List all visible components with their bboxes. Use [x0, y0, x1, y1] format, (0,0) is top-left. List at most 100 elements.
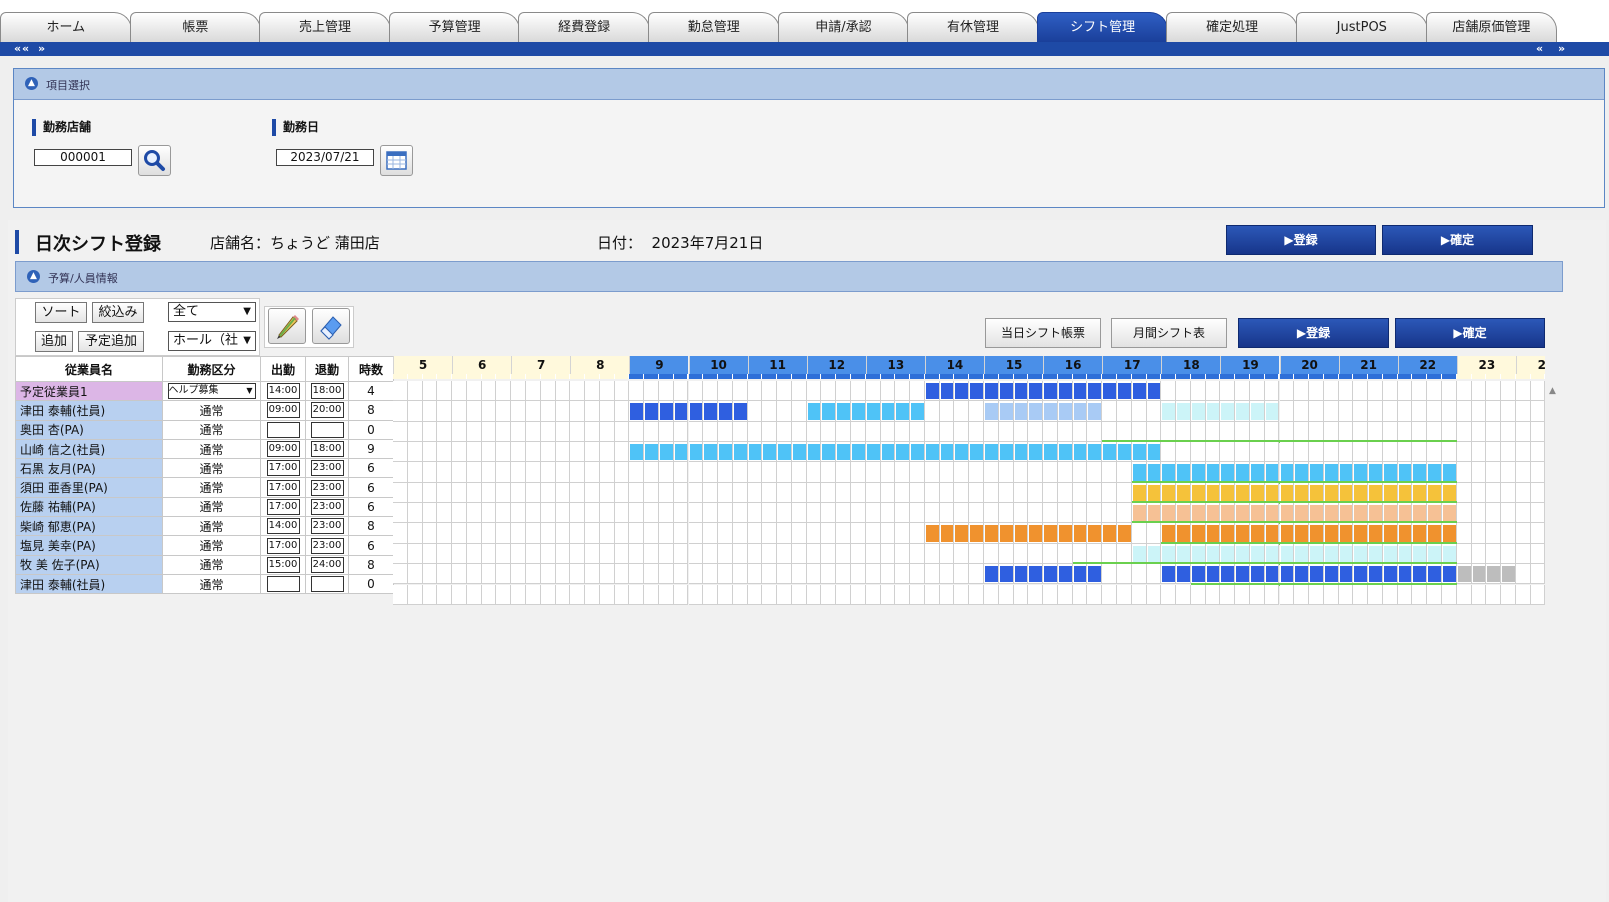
shift-bar-segment[interactable] — [1383, 484, 1397, 502]
shift-bar-segment[interactable] — [1339, 525, 1353, 542]
tab-scroll-left-button[interactable]: « — [14, 42, 21, 56]
shift-bar-segment[interactable] — [1014, 566, 1028, 583]
shift-bar-segment[interactable] — [1177, 464, 1190, 481]
time-slot-cell[interactable] — [910, 584, 925, 605]
time-slot-cell[interactable] — [1471, 503, 1487, 524]
shift-bar-segment[interactable] — [1369, 566, 1382, 583]
time-slot-cell[interactable] — [540, 503, 556, 524]
time-slot-cell[interactable] — [1515, 462, 1531, 483]
shift-bar-segment[interactable] — [1280, 505, 1294, 522]
shift-bar-segment[interactable] — [925, 383, 939, 400]
time-slot-cell[interactable] — [1190, 442, 1206, 463]
time-slot-cell[interactable] — [1220, 421, 1236, 443]
shift-bar-segment[interactable] — [1014, 403, 1028, 420]
time-slot-cell[interactable] — [777, 421, 792, 443]
time-slot-cell[interactable] — [880, 584, 896, 605]
clock-in-input[interactable]: 09:00 — [266, 402, 300, 419]
time-slot-cell[interactable] — [688, 564, 704, 585]
shift-bar-segment[interactable] — [1029, 383, 1043, 400]
shift-bar-segment[interactable] — [1443, 525, 1456, 542]
time-slot-cell[interactable] — [1235, 584, 1250, 605]
time-slot-cell[interactable] — [496, 462, 512, 483]
time-slot-cell[interactable] — [407, 381, 423, 402]
time-slot-cell[interactable] — [939, 584, 955, 605]
time-slot-cell[interactable] — [895, 503, 911, 524]
time-slot-cell[interactable] — [791, 584, 807, 605]
time-slot-cell[interactable] — [969, 503, 984, 524]
time-slot-cell[interactable] — [1412, 421, 1428, 443]
table-row[interactable]: 石黒 友月(PA) 通常 17:00 23:00 6 — [15, 458, 394, 479]
time-slot-cell[interactable] — [496, 564, 512, 585]
time-slot-cell[interactable] — [1235, 421, 1250, 443]
table-row[interactable]: 津田 泰輔(社員) 通常 09:00 20:00 8 — [15, 400, 394, 421]
time-slot-cell[interactable] — [599, 421, 615, 443]
time-slot-cell[interactable] — [910, 482, 925, 504]
time-slot-cell[interactable] — [762, 523, 778, 544]
time-slot-cell[interactable] — [1131, 523, 1147, 544]
time-slot-cell[interactable] — [954, 503, 970, 524]
shift-bar-segment[interactable] — [852, 403, 865, 420]
time-slot-cell[interactable] — [1501, 543, 1516, 565]
time-slot-cell[interactable] — [1501, 442, 1516, 463]
time-slot-cell[interactable] — [806, 523, 822, 544]
tab-6[interactable]: 勤怠管理 — [648, 12, 780, 42]
time-slot-cell[interactable] — [658, 564, 674, 585]
time-slot-cell[interactable] — [1249, 381, 1265, 402]
time-slot-cell[interactable] — [437, 442, 453, 463]
monthly-shift-table-button[interactable]: 月間シフト表 — [1111, 318, 1227, 348]
shift-bar-segment[interactable] — [1117, 444, 1131, 461]
time-slot-cell[interactable] — [924, 462, 940, 483]
time-slot-cell[interactable] — [540, 564, 556, 585]
time-slot-cell[interactable] — [437, 564, 453, 585]
time-slot-cell[interactable] — [511, 503, 526, 524]
time-slot-cell[interactable] — [1013, 421, 1029, 443]
time-slot-cell[interactable] — [703, 462, 719, 483]
shift-bar-segment[interactable] — [822, 403, 836, 420]
time-slot-cell[interactable] — [1353, 421, 1369, 443]
shift-bar-segment[interactable] — [940, 444, 954, 461]
time-slot-cell[interactable] — [407, 543, 423, 565]
shift-bar-segment[interactable] — [1117, 383, 1131, 400]
time-slot-cell[interactable] — [452, 503, 467, 524]
time-slot-cell[interactable] — [939, 401, 955, 422]
time-slot-cell[interactable] — [1515, 442, 1531, 463]
time-slot-cell[interactable] — [570, 503, 586, 524]
shift-bar-segment[interactable] — [955, 444, 969, 461]
time-slot-cell[interactable] — [393, 421, 408, 443]
time-slot-cell[interactable] — [895, 564, 911, 585]
time-slot-cell[interactable] — [688, 503, 704, 524]
time-slot-cell[interactable] — [570, 482, 586, 504]
shift-bar-segment[interactable] — [1250, 545, 1264, 563]
shift-bar-segment[interactable] — [1029, 566, 1043, 583]
time-slot-cell[interactable] — [910, 564, 925, 585]
time-slot-cell[interactable] — [1471, 543, 1487, 565]
time-slot-cell[interactable] — [673, 564, 689, 585]
tab-scroll-left-double-button[interactable]: « — [22, 42, 29, 56]
shift-bar-segment[interactable] — [1398, 545, 1412, 563]
shift-bar-segment[interactable] — [1369, 464, 1382, 481]
shift-bar-segment[interactable] — [1236, 566, 1249, 583]
shift-bar-segment[interactable] — [1383, 545, 1397, 563]
time-slot-cell[interactable] — [806, 421, 822, 443]
time-slot-cell[interactable] — [673, 523, 689, 544]
time-slot-cell[interactable] — [791, 421, 807, 443]
time-slot-cell[interactable] — [393, 584, 408, 605]
time-slot-cell[interactable] — [777, 584, 792, 605]
time-slot-cell[interactable] — [718, 523, 733, 544]
time-slot-cell[interactable] — [718, 482, 733, 504]
time-slot-cell[interactable] — [555, 523, 571, 544]
time-slot-cell[interactable] — [644, 421, 659, 443]
time-slot-cell[interactable] — [836, 503, 852, 524]
shift-timeline-grid[interactable]: 56789101112131415161718192021222324 — [393, 356, 1545, 607]
time-slot-cell[interactable] — [629, 523, 645, 544]
time-slot-cell[interactable] — [1515, 584, 1531, 605]
time-slot-cell[interactable] — [437, 523, 453, 544]
time-slot-cell[interactable] — [688, 584, 704, 605]
clock-in-input[interactable]: 15:00 — [266, 556, 300, 573]
shift-bar-segment[interactable] — [1221, 525, 1235, 542]
time-slot-cell[interactable] — [511, 421, 526, 443]
time-slot-cell[interactable] — [998, 462, 1014, 483]
time-slot-cell[interactable] — [1515, 564, 1531, 585]
shift-bar-segment[interactable] — [1428, 484, 1442, 502]
time-slot-cell[interactable] — [1427, 381, 1443, 402]
